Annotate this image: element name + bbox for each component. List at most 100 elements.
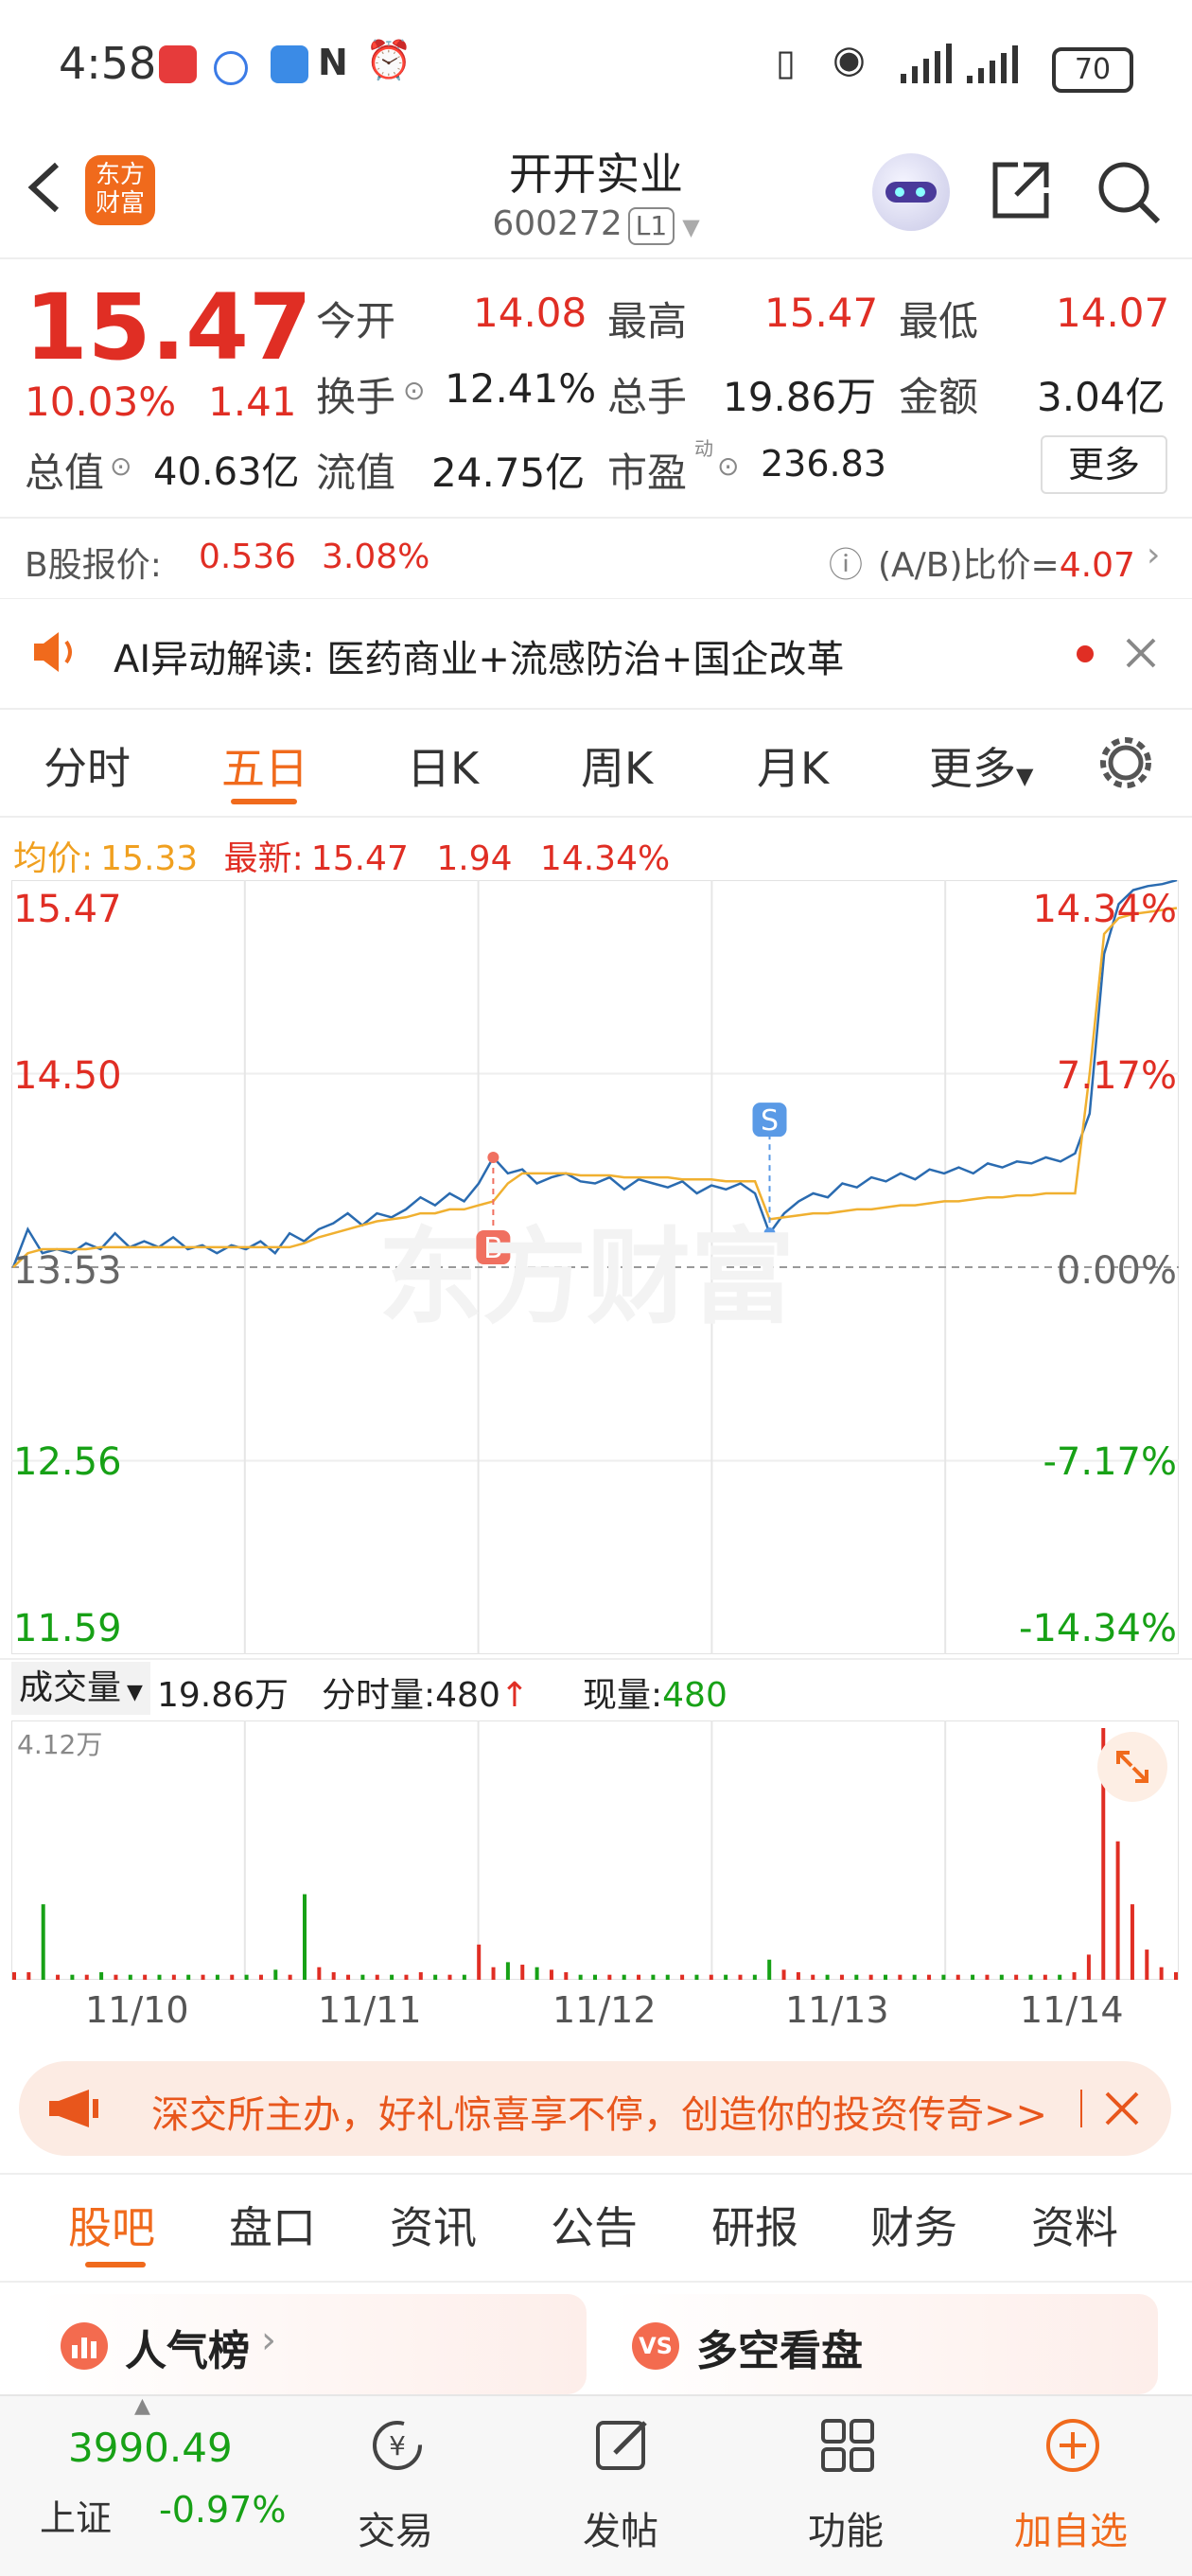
chart-legend: 均价: 15.33 最新: 15.47 1.94 14.34% xyxy=(13,831,670,880)
turnover-value: 12.41% xyxy=(445,365,597,412)
tick-volume-value: 480 xyxy=(435,1676,500,1715)
volume-bar xyxy=(955,1974,960,1980)
volume-bar xyxy=(680,1974,685,1980)
tab-news[interactable]: 资讯 xyxy=(390,2194,477,2256)
volume-bar xyxy=(825,1974,830,1980)
expand-button[interactable] xyxy=(1097,1732,1167,1802)
search-icon[interactable] xyxy=(1096,159,1162,225)
y-label-left: 13.53 xyxy=(13,1249,122,1293)
volume-chart[interactable] xyxy=(11,1720,1179,1980)
volume-bar xyxy=(839,1974,844,1980)
volume-bar xyxy=(1028,1974,1033,1980)
index-value: 3990.49 xyxy=(68,2425,233,2471)
status-time: 4:58 xyxy=(59,38,157,89)
tab-daily-k[interactable]: 日K xyxy=(407,734,479,797)
unread-dot xyxy=(1077,645,1094,662)
turnover-label: 换手 xyxy=(316,374,396,420)
volume-bar xyxy=(578,1974,583,1980)
tab-announcements[interactable]: 公告 xyxy=(551,2194,638,2256)
volume-bar xyxy=(535,1967,539,1980)
long-short-label: 多空看盘 xyxy=(696,2327,863,2375)
x-label: 11/12 xyxy=(552,1989,657,2031)
volume-bar xyxy=(201,1974,205,1980)
index-name: 上证 xyxy=(40,2497,113,2539)
tab-pankou[interactable]: 盘口 xyxy=(229,2194,316,2256)
tab-guba[interactable]: 股吧 xyxy=(68,2194,155,2256)
megaphone-icon xyxy=(49,2090,98,2127)
avg-label: 均价: xyxy=(13,839,94,878)
tab-five-day[interactable]: 五日 xyxy=(221,734,308,797)
index-pct: -0.97% xyxy=(159,2489,287,2531)
x-label: 11/11 xyxy=(318,1989,422,2031)
tab-profile[interactable]: 资料 xyxy=(1031,2194,1118,2256)
volume-bar xyxy=(694,1974,699,1980)
volume-bar xyxy=(303,1894,307,1980)
status-bar: 4:58 N ⏰ ▯ ◉ 70 xyxy=(0,0,1192,132)
ai-assistant-avatar[interactable] xyxy=(872,153,950,231)
volume-bar xyxy=(1159,1967,1164,1980)
tab-intraday[interactable]: 分时 xyxy=(44,734,131,797)
close-icon[interactable] xyxy=(1103,2090,1141,2127)
sell-marker-label: S xyxy=(761,1104,779,1138)
volume-bar xyxy=(143,1974,148,1980)
info-icon[interactable]: ⊙ xyxy=(403,375,425,406)
volume-bar xyxy=(927,1974,932,1980)
volume-label: 成交量 xyxy=(19,1668,122,1707)
y-label-left: 12.56 xyxy=(13,1440,122,1484)
tick-volume: 分时量:480↑ xyxy=(322,1667,529,1717)
volume-bar xyxy=(404,1974,409,1980)
volume-selector[interactable]: 成交量 ▼ xyxy=(11,1662,150,1715)
popularity-card[interactable]: 人气榜 › xyxy=(38,2294,587,2394)
x-label: 11/14 xyxy=(1020,1989,1124,2031)
volume-total: 19.86万 xyxy=(157,1676,289,1715)
tab-more[interactable]: 更多▼ xyxy=(929,734,1033,797)
svg-text:¥: ¥ xyxy=(389,2430,406,2461)
dropdown-icon: ▼ xyxy=(127,1681,143,1704)
high-value: 15.47 xyxy=(764,290,879,336)
ai-insight-text[interactable]: AI异动解读: 医药商业+流感防治+国企改革 xyxy=(114,628,844,683)
volume-bar xyxy=(999,1974,1004,1980)
volume-bar xyxy=(186,1974,191,1980)
y-label-right: 7.17% xyxy=(1056,1054,1177,1098)
volume-bar xyxy=(244,1974,249,1980)
ab-ratio-label: (A/B)比价= xyxy=(878,546,1060,585)
volume-label: 总手 xyxy=(607,374,688,420)
popularity-label: 人气榜 xyxy=(125,2327,250,2375)
volume-bar xyxy=(26,1972,31,1980)
long-short-card[interactable]: VS 多空看盘 xyxy=(609,2294,1158,2394)
ab-ratio[interactable]: (A/B)比价=4.07 xyxy=(878,538,1135,587)
volume-bar xyxy=(157,1974,162,1980)
settings-gear-icon[interactable] xyxy=(1097,734,1154,791)
volume-bar xyxy=(985,1974,990,1980)
open-value: 14.08 xyxy=(473,290,587,336)
share-icon[interactable] xyxy=(990,159,1052,221)
volume-bar xyxy=(796,1972,800,1980)
volume-bar xyxy=(230,1974,235,1980)
help-icon[interactable]: ⓘ xyxy=(829,538,863,587)
volume-bar xyxy=(549,1969,553,1980)
volume-bar xyxy=(607,1974,612,1980)
more-button[interactable]: 更多 xyxy=(1041,435,1167,494)
info-icon[interactable]: ⊙ xyxy=(110,450,131,482)
add-circle-icon xyxy=(1046,2419,1099,2472)
nav-add-label: 加自选 xyxy=(1014,2510,1128,2553)
notification-app-icon xyxy=(159,45,197,83)
tab-finance[interactable]: 财务 xyxy=(870,2194,957,2256)
close-icon[interactable] xyxy=(1124,636,1158,670)
info-icon[interactable]: ⊙ xyxy=(717,450,739,482)
tab-monthly-k[interactable]: 月K xyxy=(757,734,829,797)
dropdown-icon: ▼ xyxy=(682,214,700,240)
open-label: 今开 xyxy=(316,298,396,344)
nfc-icon: N xyxy=(318,42,348,83)
tab-research[interactable]: 研报 xyxy=(711,2194,798,2256)
volume-bar xyxy=(898,1974,903,1980)
index-ticker[interactable]: ▲ 3990.49 上证 -0.97% xyxy=(40,2394,286,2576)
promo-banner[interactable]: 深交所主办，好礼惊喜享不停，创造你的投资传奇>> xyxy=(19,2061,1171,2156)
current-volume: 现量:480 xyxy=(583,1667,727,1717)
volume-bar xyxy=(1145,1950,1149,1980)
tab-weekly-k[interactable]: 周K xyxy=(581,734,653,797)
speaker-icon xyxy=(34,632,72,672)
last-price: 15.47 xyxy=(25,274,312,380)
bshare-price: 0.536 xyxy=(199,538,297,576)
volume-bar xyxy=(1174,1972,1178,1980)
